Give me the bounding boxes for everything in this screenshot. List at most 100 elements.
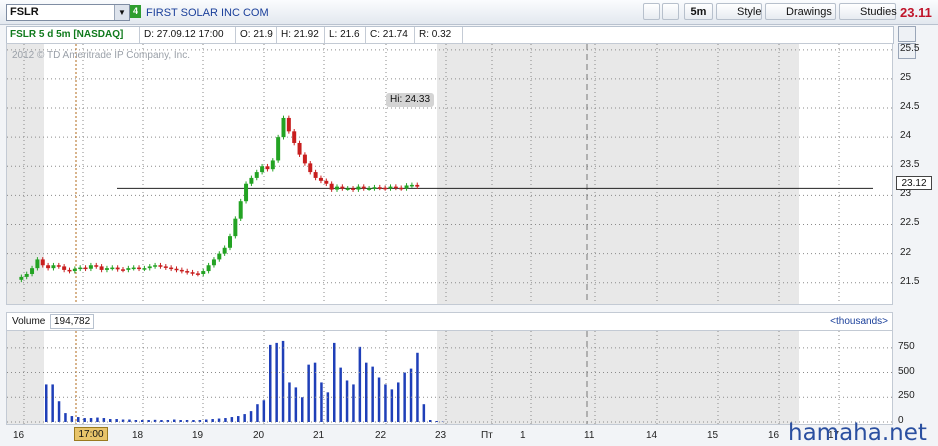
volume-bar bbox=[275, 342, 278, 422]
price-tick-label: 22.5 bbox=[900, 217, 920, 229]
candle-body bbox=[222, 247, 227, 254]
volume-bar bbox=[192, 420, 195, 422]
volume-bar bbox=[224, 418, 227, 422]
candle-body bbox=[351, 188, 356, 190]
volume-bar bbox=[409, 368, 413, 422]
volume-bar bbox=[237, 416, 240, 422]
info-low: L: 21.6 bbox=[329, 29, 360, 40]
volume-bar bbox=[249, 411, 253, 422]
symbol-dropdown-icon[interactable]: ▼ bbox=[114, 5, 129, 20]
time-tick-label: 15 bbox=[707, 430, 719, 441]
price-tick-label: 24 bbox=[900, 130, 912, 142]
candle-body bbox=[179, 269, 184, 272]
candle-body bbox=[163, 266, 168, 268]
copyright-text: 2012 © TD Ameritrade IP Company, Inc. bbox=[12, 50, 191, 61]
candle-body bbox=[329, 183, 334, 190]
candle-body bbox=[174, 268, 179, 271]
volume-bar bbox=[281, 340, 285, 422]
info-close: C: 21.74 bbox=[370, 29, 408, 40]
time-tick-label: 16 bbox=[768, 430, 780, 441]
candle-body bbox=[88, 265, 93, 269]
volume-bar bbox=[320, 382, 323, 422]
after-hours-shade bbox=[7, 331, 44, 424]
candle-body bbox=[115, 267, 120, 270]
after-hours-shade bbox=[437, 44, 799, 304]
tools-icon[interactable] bbox=[643, 3, 660, 20]
price-tick-label: 21.5 bbox=[900, 275, 920, 287]
symbol-input[interactable]: FSLR ▼ bbox=[6, 4, 130, 21]
candle-body bbox=[345, 188, 350, 190]
price-tick-label: 22 bbox=[900, 246, 912, 258]
info-range: R: 0.32 bbox=[419, 29, 452, 40]
candle-body bbox=[276, 137, 281, 161]
expand-icon[interactable] bbox=[898, 26, 916, 42]
candle-body bbox=[254, 172, 259, 178]
candle-body bbox=[169, 267, 174, 270]
volume-chart-canvas bbox=[7, 331, 892, 424]
volume-bar bbox=[301, 397, 304, 422]
candle-body bbox=[377, 187, 382, 189]
candle-body bbox=[302, 154, 307, 164]
volume-bar bbox=[262, 400, 266, 422]
volume-bar bbox=[70, 416, 74, 422]
price-chart-canvas bbox=[7, 44, 892, 304]
candle-body bbox=[388, 186, 393, 189]
company-name: FIRST SOLAR INC COM bbox=[146, 7, 269, 19]
volume-bar bbox=[397, 382, 400, 422]
price-chart-panel[interactable]: 2012 © TD Ameritrade IP Company, Inc. bbox=[6, 43, 893, 305]
studies-button[interactable]: Studies bbox=[839, 3, 897, 20]
candle-body bbox=[131, 267, 136, 270]
time-tick-label: 16 bbox=[13, 430, 25, 441]
volume-bar bbox=[269, 344, 272, 422]
time-tick-label: 20 bbox=[253, 430, 265, 441]
aggregation-button[interactable]: 5m bbox=[684, 3, 713, 20]
time-tick-label: 23 bbox=[435, 430, 447, 441]
style-button[interactable]: Style bbox=[716, 3, 762, 20]
volume-panel[interactable]: Volume 194,782 <thousands> bbox=[6, 312, 893, 425]
candle-body bbox=[185, 271, 190, 273]
candle-body bbox=[233, 218, 238, 237]
candle-body bbox=[158, 265, 163, 267]
volume-bar bbox=[377, 377, 381, 422]
volume-bar bbox=[128, 419, 131, 422]
last-price: 23.11 bbox=[900, 5, 932, 20]
candle-body bbox=[126, 268, 131, 270]
candle-body bbox=[137, 267, 142, 270]
info-open: O: 21.9 bbox=[240, 29, 273, 40]
candle-body bbox=[195, 273, 200, 275]
candle-body bbox=[415, 184, 420, 187]
candle-body bbox=[72, 268, 77, 272]
candle-body bbox=[153, 265, 158, 267]
volume-bar bbox=[57, 401, 61, 422]
candle-body bbox=[24, 273, 29, 277]
candle-body bbox=[367, 188, 372, 190]
price-tick-label: 23 bbox=[900, 188, 912, 200]
drawings-label: Drawings bbox=[786, 6, 832, 18]
candle-body bbox=[110, 267, 115, 270]
time-tick-label: Пт bbox=[481, 430, 493, 441]
volume-bar bbox=[294, 387, 298, 422]
info-high: H: 21.92 bbox=[281, 29, 319, 40]
chart-title[interactable]: FSLR 5 d 5m [NASDAQ] bbox=[10, 29, 123, 40]
candle-body bbox=[104, 268, 109, 270]
candle-body bbox=[281, 117, 286, 138]
candle-body bbox=[244, 183, 249, 202]
link-group-badge[interactable]: 4 bbox=[130, 5, 141, 18]
candle-body bbox=[265, 166, 270, 170]
candle-body bbox=[324, 180, 329, 184]
time-tick-label: 18 bbox=[132, 430, 144, 441]
volume-bar bbox=[160, 420, 163, 422]
watermark: hamaha.net bbox=[788, 420, 927, 446]
candle-body bbox=[297, 142, 302, 155]
candle-body bbox=[30, 268, 35, 274]
candle-body bbox=[356, 186, 361, 190]
drawings-button[interactable]: Drawings bbox=[765, 3, 836, 20]
candle-body bbox=[56, 265, 61, 267]
candle-body bbox=[62, 266, 67, 270]
volume-bar bbox=[339, 367, 342, 422]
volume-bar bbox=[307, 364, 310, 422]
volume-tick-label: 750 bbox=[898, 340, 915, 352]
wrench-icon[interactable] bbox=[662, 3, 679, 20]
volume-bar bbox=[371, 366, 374, 422]
time-tick-label: 19 bbox=[192, 430, 204, 441]
